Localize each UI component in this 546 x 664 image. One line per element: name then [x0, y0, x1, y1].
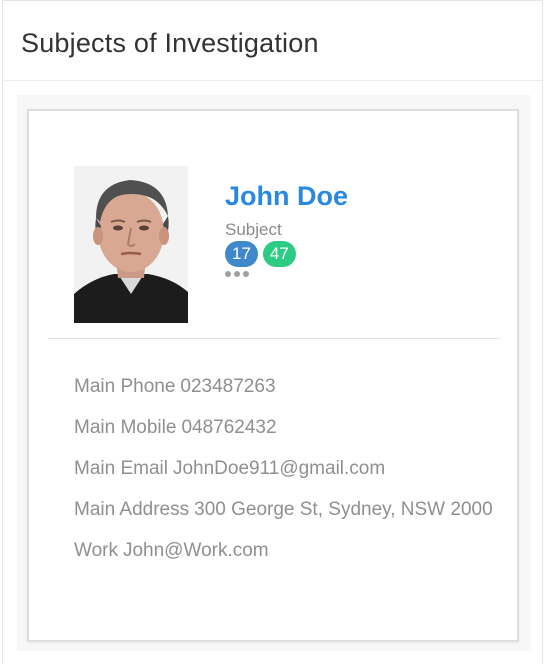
subject-name[interactable]: John Doe [225, 181, 348, 212]
count-badge-blue[interactable]: 17 [225, 241, 258, 267]
header-divider [3, 80, 542, 81]
subject-role: Subject [225, 220, 282, 239]
detail-main-mobile: Main Mobile 048762432 [74, 410, 494, 445]
ellipsis-dot [243, 271, 249, 277]
detail-value: 048762432 [181, 417, 277, 438]
detail-work: Work John@Work.com [74, 533, 494, 568]
detail-value: John@Work.com [122, 540, 269, 561]
contact-details: Main Phone 023487263 Main Mobile 048762432… [74, 369, 494, 574]
subjects-panel: Subjects of Investigation John Doe Subje… [2, 0, 543, 664]
badge-group: 17 47 [225, 241, 296, 267]
detail-value: JohnDoe911@gmail.com [172, 458, 386, 479]
subject-photo[interactable] [74, 166, 188, 323]
ellipsis-icon[interactable] [225, 271, 249, 277]
ellipsis-dot [225, 271, 231, 277]
detail-label: Main Address [74, 499, 190, 520]
detail-main-address: Main Address 300 George St, Sydney, NSW 2… [74, 492, 494, 527]
detail-label: Work [74, 540, 118, 561]
detail-value: 023487263 [180, 376, 276, 397]
ellipsis-dot [234, 271, 240, 277]
panel-title: Subjects of Investigation [21, 28, 319, 58]
detail-label: Main Email [74, 458, 168, 479]
detail-label: Main Mobile [74, 417, 177, 438]
detail-label: Main Phone [74, 376, 176, 397]
detail-main-phone: Main Phone 023487263 [74, 369, 494, 404]
detail-value: 300 George St, Sydney, NSW 2000 [194, 499, 493, 520]
card-divider [48, 338, 500, 339]
detail-main-email: Main Email JohnDoe911@gmail.com [74, 451, 494, 486]
subject-card[interactable]: John Doe Subject 17 47 Main Phone 0234872… [27, 109, 519, 642]
portrait-image [74, 166, 188, 323]
count-badge-green[interactable]: 47 [262, 241, 296, 267]
